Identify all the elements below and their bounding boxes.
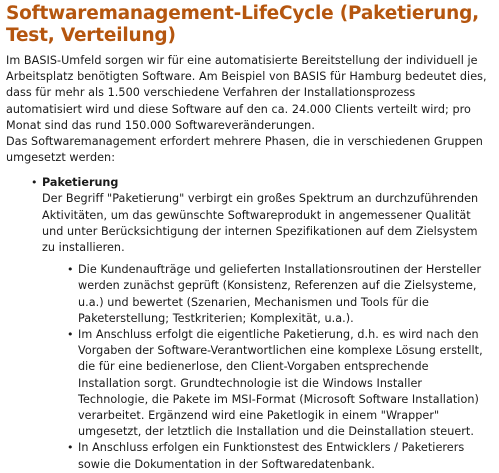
phase-item-paketierung: • Paketierung Der Begriff "Paketierung" … <box>31 175 493 473</box>
step-text: Im Anschluss erfolgt die eigentliche Pak… <box>78 328 483 439</box>
intro-text-1: Im BASIS-Umfeld sorgen wir für eine auto… <box>6 54 487 132</box>
intro-text-2: Das Softwaremanagement erfordert mehrere… <box>6 135 483 165</box>
content-area: Softwaremanagement-LifeCycle (Paketierun… <box>6 3 493 473</box>
step-text: In Anschluss erfolgen ein Funktionstest … <box>78 441 465 471</box>
bullet-icon: • <box>67 328 74 342</box>
page-heading: Softwaremanagement-LifeCycle (Paketierun… <box>6 3 479 46</box>
phase-list: • Paketierung Der Begriff "Paketierung" … <box>6 175 493 472</box>
step-item: • Die Kundenaufträge und gelieferten Ins… <box>67 262 493 327</box>
bullet-icon: • <box>67 263 74 277</box>
step-item: • Im Anschluss erfolgt die eigentliche P… <box>67 327 493 440</box>
bullet-icon: • <box>31 176 38 190</box>
step-item: • In Anschluss erfolgen ein Funktionstes… <box>67 440 493 472</box>
bullet-icon: • <box>67 441 74 455</box>
step-text: Die Kundenaufträge und gelieferten Insta… <box>78 263 482 325</box>
phase-description: Der Begriff "Paketierung" verbirgt ein g… <box>42 192 479 255</box>
intro-paragraph: Im BASIS-Umfeld sorgen wir für eine auto… <box>6 53 493 166</box>
step-list: • Die Kundenaufträge und gelieferten Ins… <box>42 262 493 473</box>
phase-title: Paketierung <box>42 176 119 190</box>
